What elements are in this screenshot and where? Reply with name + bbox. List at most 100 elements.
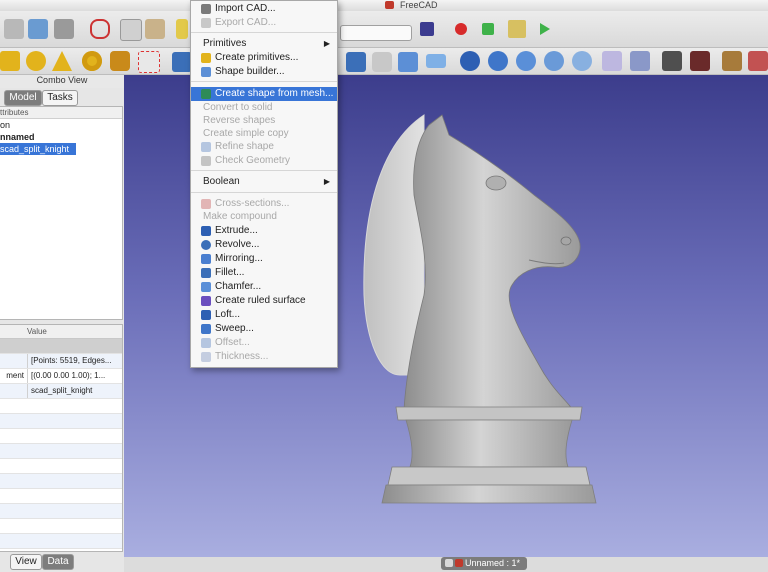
shell-icon[interactable] [572, 51, 592, 71]
extrude-menu-icon [201, 226, 211, 236]
menu-item-boolean[interactable]: Boolean ▶ [191, 175, 337, 189]
model-tree: ttributes on nnamed scad_split_knight [0, 106, 123, 320]
union-icon[interactable] [460, 51, 480, 71]
menu-item-create-shape-from-mesh[interactable]: Create shape from mesh... [191, 87, 337, 101]
menu-item-create-simple-copy[interactable]: Create simple copy [191, 127, 337, 141]
freecad-doc-icon [455, 559, 463, 567]
loft-icon [201, 310, 211, 320]
document-tab[interactable]: Unnamed : 1* [441, 557, 527, 570]
property-value[interactable]: [(0.00 0.00 1.00); 1... [27, 369, 122, 383]
view-icon-2[interactable] [690, 51, 710, 71]
menu-item-extrude[interactable]: Extrude... [191, 224, 337, 238]
menu-item-create-primitives[interactable]: Create primitives... [191, 51, 337, 65]
menu-item-import-cad[interactable]: Import CAD... [191, 2, 337, 16]
open-file-icon[interactable] [28, 19, 48, 39]
save-icon[interactable] [54, 19, 74, 39]
menu-item-offset[interactable]: Offset... [191, 336, 337, 350]
fuse-icon[interactable] [544, 51, 564, 71]
menu-item-fillet[interactable]: Fillet... [191, 266, 337, 280]
box-icon[interactable] [0, 51, 20, 71]
menu-item-revolve[interactable]: Revolve... [191, 238, 337, 252]
property-row[interactable]: scad_split_knight [0, 384, 122, 399]
undo-icon[interactable] [176, 19, 188, 39]
paste-icon[interactable] [145, 19, 165, 39]
stop-macro-icon[interactable] [482, 23, 494, 35]
main-toolbar [0, 11, 768, 48]
menu-item-sweep[interactable]: Sweep... [191, 322, 337, 336]
tree-row-document[interactable]: nnamed [0, 131, 122, 143]
menu-item-cross-sections[interactable]: Cross-sections... [191, 197, 337, 211]
tree-header: ttributes [0, 107, 122, 119]
execute-macro-icon[interactable] [540, 23, 550, 35]
sweep-icon [201, 324, 211, 334]
whats-this-icon[interactable] [420, 22, 434, 36]
mirroring-icon [201, 254, 211, 264]
property-row-empty [0, 429, 122, 444]
cylinder-icon[interactable] [26, 51, 46, 71]
property-row-empty [0, 519, 122, 534]
cut-icon[interactable] [90, 19, 110, 39]
import-icon [201, 4, 211, 14]
menu-item-thickness[interactable]: Thickness... [191, 350, 337, 364]
tab-model[interactable]: Model [4, 90, 42, 106]
property-row-empty [0, 459, 122, 474]
offset-icon[interactable] [426, 54, 446, 68]
tab-view[interactable]: View [10, 554, 42, 570]
split-icon[interactable] [630, 51, 650, 71]
macros-icon[interactable] [508, 20, 526, 38]
property-header: Value [0, 325, 122, 339]
ruled-surface-icon[interactable] [398, 52, 418, 72]
menu-item-refine-shape[interactable]: Refine shape [191, 140, 337, 154]
view-icon-4[interactable] [748, 51, 768, 71]
freecad-logo-icon [385, 1, 394, 9]
boolean-icon[interactable] [110, 51, 130, 71]
mirror-icon[interactable] [346, 52, 366, 72]
menu-separator [191, 192, 337, 193]
tab-data[interactable]: Data [42, 554, 74, 570]
property-value[interactable]: scad_split_knight [27, 384, 122, 398]
new-file-icon[interactable] [4, 19, 24, 39]
section-icon[interactable] [372, 52, 392, 72]
menu-item-convert-to-solid[interactable]: Convert to solid [191, 101, 337, 115]
menu-item-mirroring[interactable]: Mirroring... [191, 252, 337, 266]
part-toolbar [0, 48, 768, 75]
torus-icon[interactable] [82, 51, 102, 71]
close-tab-icon[interactable] [445, 559, 453, 567]
menu-item-export-cad[interactable]: Export CAD... [191, 16, 337, 30]
menu-item-reverse-shapes[interactable]: Reverse shapes [191, 114, 337, 128]
property-value[interactable]: [Points: 5519, Edges... [27, 354, 122, 368]
cut-boolean-icon[interactable] [488, 51, 508, 71]
property-group-row [0, 339, 122, 354]
primitives-icon[interactable] [138, 51, 160, 73]
property-row-empty [0, 489, 122, 504]
export-icon [201, 18, 211, 28]
menu-item-primitives[interactable]: Primitives ▶ [191, 37, 337, 51]
thickness-icon [201, 352, 211, 362]
menu-item-loft[interactable]: Loft... [191, 308, 337, 322]
workbench-selector[interactable] [340, 25, 412, 41]
property-row[interactable]: ment [(0.00 0.00 1.00); 1... [0, 369, 122, 384]
record-macro-icon[interactable] [455, 23, 467, 35]
extrude-icon[interactable] [172, 52, 192, 72]
checker-icon[interactable] [602, 51, 622, 71]
common-icon[interactable] [516, 51, 536, 71]
combo-view-title: Combo View [0, 75, 124, 88]
menu-item-check-geometry[interactable]: Check Geometry [191, 154, 337, 168]
value-column-header: Value [27, 327, 47, 336]
tree-row[interactable]: on [0, 119, 122, 131]
menu-item-make-compound[interactable]: Make compound [191, 210, 337, 224]
copy-icon[interactable] [120, 19, 142, 41]
view-icon-3[interactable] [722, 51, 742, 71]
tab-tasks[interactable]: Tasks [42, 90, 78, 106]
menu-item-shape-builder[interactable]: Shape builder... [191, 65, 337, 79]
tree-row-selected[interactable]: scad_split_knight [0, 143, 76, 155]
view-icon-1[interactable] [662, 51, 682, 71]
menu-item-chamfer[interactable]: Chamfer... [191, 280, 337, 294]
shape-builder-icon [201, 67, 211, 77]
property-row[interactable]: [Points: 5519, Edges... [0, 354, 122, 369]
property-key: ment [6, 371, 24, 380]
revolve-icon [201, 240, 211, 250]
cone-icon[interactable] [52, 51, 72, 71]
document-tab-label: Unnamed : 1* [465, 558, 521, 568]
menu-item-ruled-surface[interactable]: Create ruled surface [191, 294, 337, 308]
